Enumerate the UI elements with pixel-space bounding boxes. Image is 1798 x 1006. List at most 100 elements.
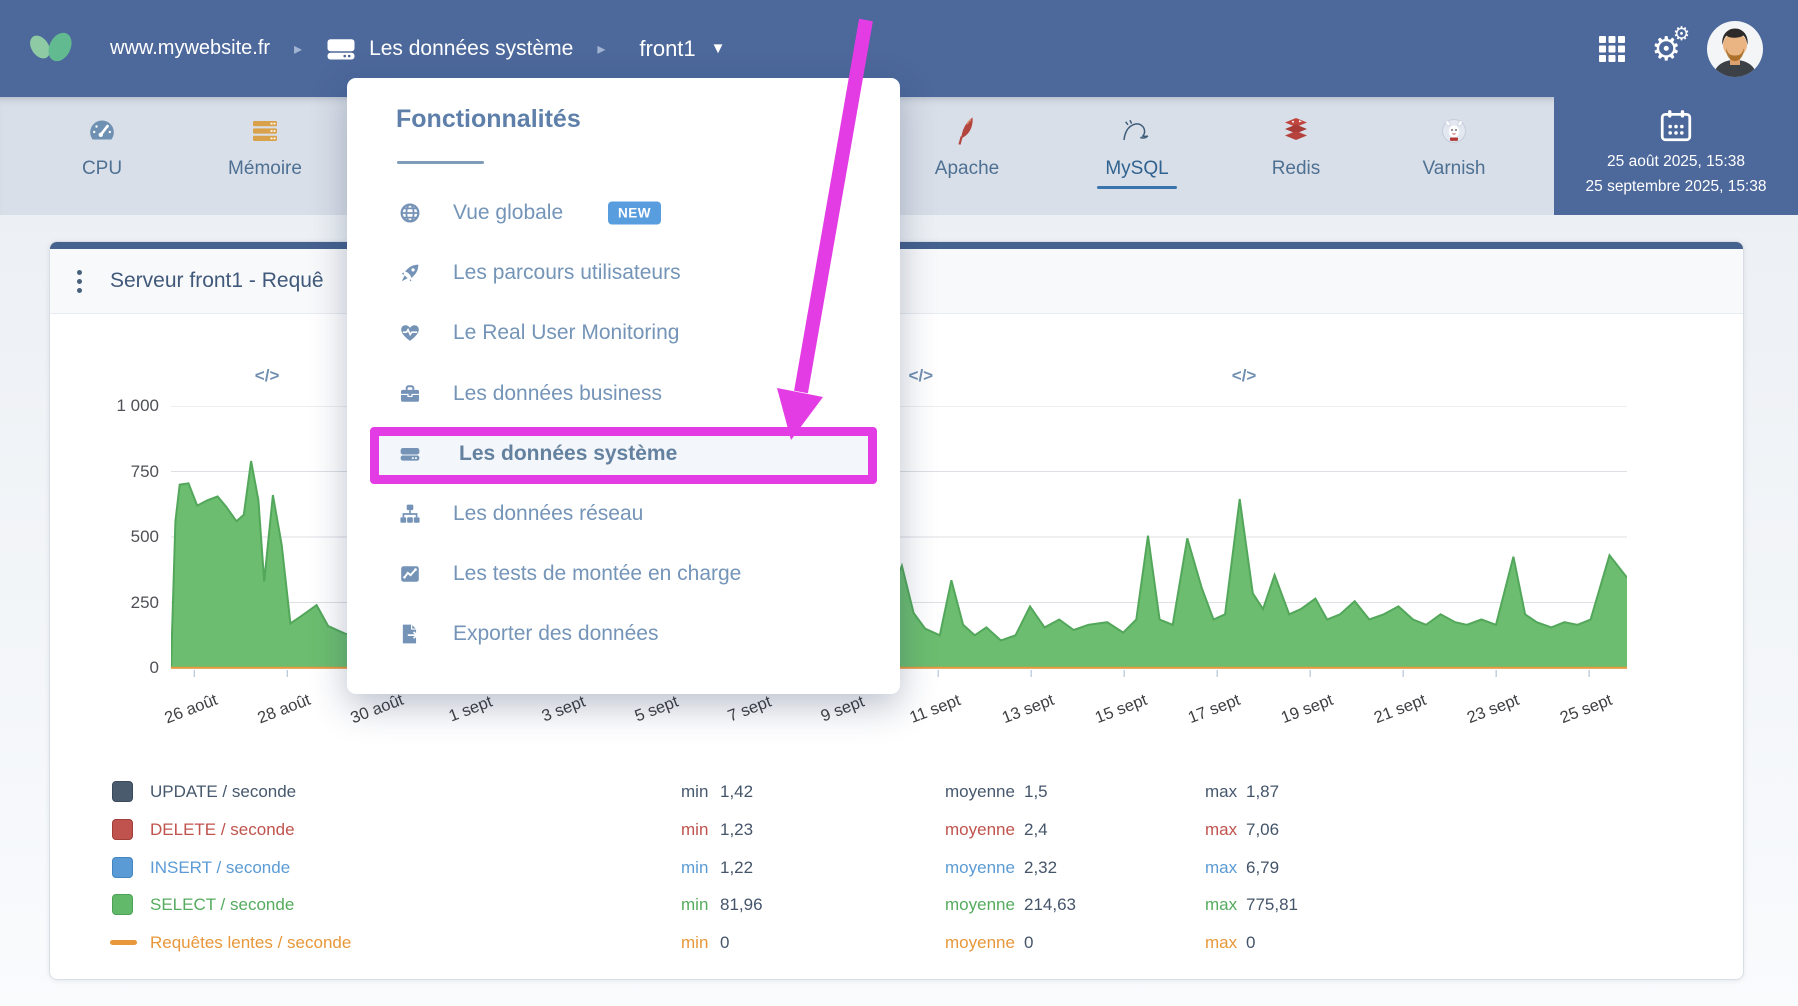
breadcrumb-site[interactable]: www.mywebsite.fr [110, 37, 270, 60]
menu-item-label: Le Real User Monitoring [453, 321, 679, 345]
legend-square-swatch [112, 781, 133, 802]
date-range-picker[interactable]: 25 août 2025, 15:38 25 septembre 2025, 1… [1554, 97, 1798, 215]
legend-min-value: 1,42 [720, 780, 753, 803]
x-axis-tick: 17 sept [1186, 691, 1243, 728]
menu-item-label: Exporter des données [453, 622, 658, 646]
x-axis-tick: 9 sept [819, 693, 868, 727]
legend-max-label: max [1205, 893, 1237, 916]
calendar-icon [1554, 108, 1798, 149]
menu-item-donnees-reseau[interactable]: Les données réseau [347, 490, 900, 538]
x-axis-tick: 30 août [348, 691, 406, 728]
legend-max-value: 0 [1246, 931, 1255, 954]
tab-redis[interactable]: Redis [1230, 113, 1362, 180]
legend-series-name: Requêtes lentes / seconde [150, 931, 351, 954]
deploy-marker-icon[interactable]: </> [255, 366, 280, 386]
breadcrumb-section-label: Les données système [369, 37, 573, 61]
varnish-icon [1388, 113, 1520, 149]
chart-line-icon [399, 563, 421, 585]
legend-min-label: min [681, 780, 708, 803]
deploy-marker-icon[interactable]: </> [909, 366, 934, 386]
user-avatar[interactable] [1706, 20, 1764, 78]
legend-max-label: max [1205, 818, 1237, 841]
legend-avg-label: moyenne [945, 780, 1015, 803]
legend-min-label: min [681, 931, 708, 954]
legend-avg-value: 0 [1024, 931, 1033, 954]
menu-title-underline [397, 161, 484, 164]
x-axis-tick: 19 sept [1279, 691, 1336, 728]
tab-apache[interactable]: Apache [901, 113, 1033, 180]
legend-max-value: 1,87 [1246, 780, 1279, 803]
panel-title: Serveur front1 - Requê [110, 269, 324, 293]
file-export-icon [399, 623, 421, 645]
brand-logo[interactable] [26, 26, 82, 72]
tab-varnish[interactable]: Varnish [1388, 113, 1520, 180]
x-axis-tick: 11 sept [907, 691, 963, 728]
breadcrumb-section[interactable]: Les données système [326, 37, 573, 61]
menu-item-label: Les données réseau [453, 502, 643, 526]
menu-item-real-user-monitoring[interactable]: Le Real User Monitoring [347, 309, 900, 357]
tab-cpu[interactable]: CPU [36, 113, 168, 180]
new-badge: NEW [608, 202, 661, 225]
menu-item-tests-montee-charge[interactable]: Les tests de montée en charge [347, 550, 900, 598]
legend-min-label: min [681, 818, 708, 841]
legend-max-label: max [1205, 856, 1237, 879]
legend-max-label: max [1205, 780, 1237, 803]
caret-down-icon: ▼ [711, 40, 726, 57]
legend-min-value: 1,23 [720, 818, 753, 841]
legend-avg-label: moyenne [945, 856, 1015, 879]
legend-avg-value: 1,5 [1024, 780, 1048, 803]
x-axis-tick: 1 sept [447, 693, 496, 727]
settings-gears-icon[interactable]: ⚙⚙ [1651, 32, 1681, 65]
active-tab-underline [1097, 186, 1177, 189]
apache-icon [901, 113, 1033, 149]
legend-series-name: SELECT / seconde [150, 893, 294, 916]
legend-min-label: min [681, 893, 708, 916]
legend-min-value: 1,22 [720, 856, 753, 879]
menu-item-donnees-business[interactable]: Les données business [347, 370, 900, 418]
server-icon [326, 37, 356, 61]
globe-icon [399, 202, 421, 224]
menu-item-parcours-utilisateurs[interactable]: Les parcours utilisateurs [347, 249, 900, 297]
apps-grid-icon[interactable] [1598, 35, 1626, 63]
menu-item-label: Les parcours utilisateurs [453, 261, 681, 285]
menu-item-label: Les données système [459, 442, 677, 466]
menu-item-exporter-donnees[interactable]: Exporter des données [347, 610, 900, 658]
legend-row-delete[interactable]: DELETE / secondemin1,23moyenne2,4max7,06 [50, 818, 1743, 844]
tab-mysql[interactable]: MySQL [1071, 113, 1203, 189]
breadcrumb-server-dropdown[interactable]: front1 ▼ [639, 36, 725, 62]
legend-row-select[interactable]: SELECT / secondemin81,96moyenne214,63max… [50, 893, 1743, 919]
x-axis-tick: 15 sept [1093, 691, 1150, 728]
y-axis-tick: 500 [84, 527, 159, 547]
legend-avg-value: 2,32 [1024, 856, 1057, 879]
rocket-icon [399, 262, 421, 284]
y-axis-tick: 1 000 [84, 396, 159, 416]
deploy-marker-icon[interactable]: </> [1232, 366, 1257, 386]
legend-row-insert[interactable]: INSERT / secondemin1,22moyenne2,32max6,7… [50, 856, 1743, 882]
legend-row-update[interactable]: UPDATE / seconde min 1,42 moyenne 1,5 max 1,87 [50, 780, 1743, 806]
legend-series-name: UPDATE / seconde [150, 780, 296, 803]
x-axis-tick: 3 sept [540, 693, 589, 727]
legend-avg-value: 2,4 [1024, 818, 1048, 841]
tab-memoire[interactable]: Mémoire [199, 113, 331, 180]
legend-max-value: 775,81 [1246, 893, 1298, 916]
y-axis-tick: 750 [84, 462, 159, 482]
legend-row-requtes[interactable]: Requêtes lentes / secondemin0moyenne0max… [50, 931, 1743, 957]
tab-label: Redis [1230, 158, 1362, 180]
x-axis-tick: 7 sept [726, 693, 775, 727]
breadcrumb: www.mywebsite.fr ▸ Les données système ▸… [110, 36, 726, 62]
menu-title: Fonctionnalités [396, 105, 581, 134]
briefcase-icon [399, 383, 421, 405]
date-range-end: 25 septembre 2025, 15:38 [1554, 174, 1798, 199]
x-axis-tick: 23 sept [1465, 691, 1522, 728]
legend-series-name: INSERT / seconde [150, 856, 290, 879]
menu-item-label: Les tests de montée en charge [453, 562, 741, 586]
kebab-menu-icon[interactable] [77, 270, 82, 293]
chevron-right-icon: ▸ [597, 39, 605, 59]
legend-max-value: 6,79 [1246, 856, 1279, 879]
x-axis-tick: 25 sept [1558, 691, 1615, 728]
memoire-icon [199, 113, 331, 149]
cpu-icon [36, 113, 168, 149]
navbar-actions: ⚙⚙ [1598, 0, 1764, 97]
menu-item-donnees-systeme[interactable]: Les données système [347, 430, 900, 478]
menu-item-vue-globale[interactable]: Vue globaleNEW [347, 189, 900, 237]
